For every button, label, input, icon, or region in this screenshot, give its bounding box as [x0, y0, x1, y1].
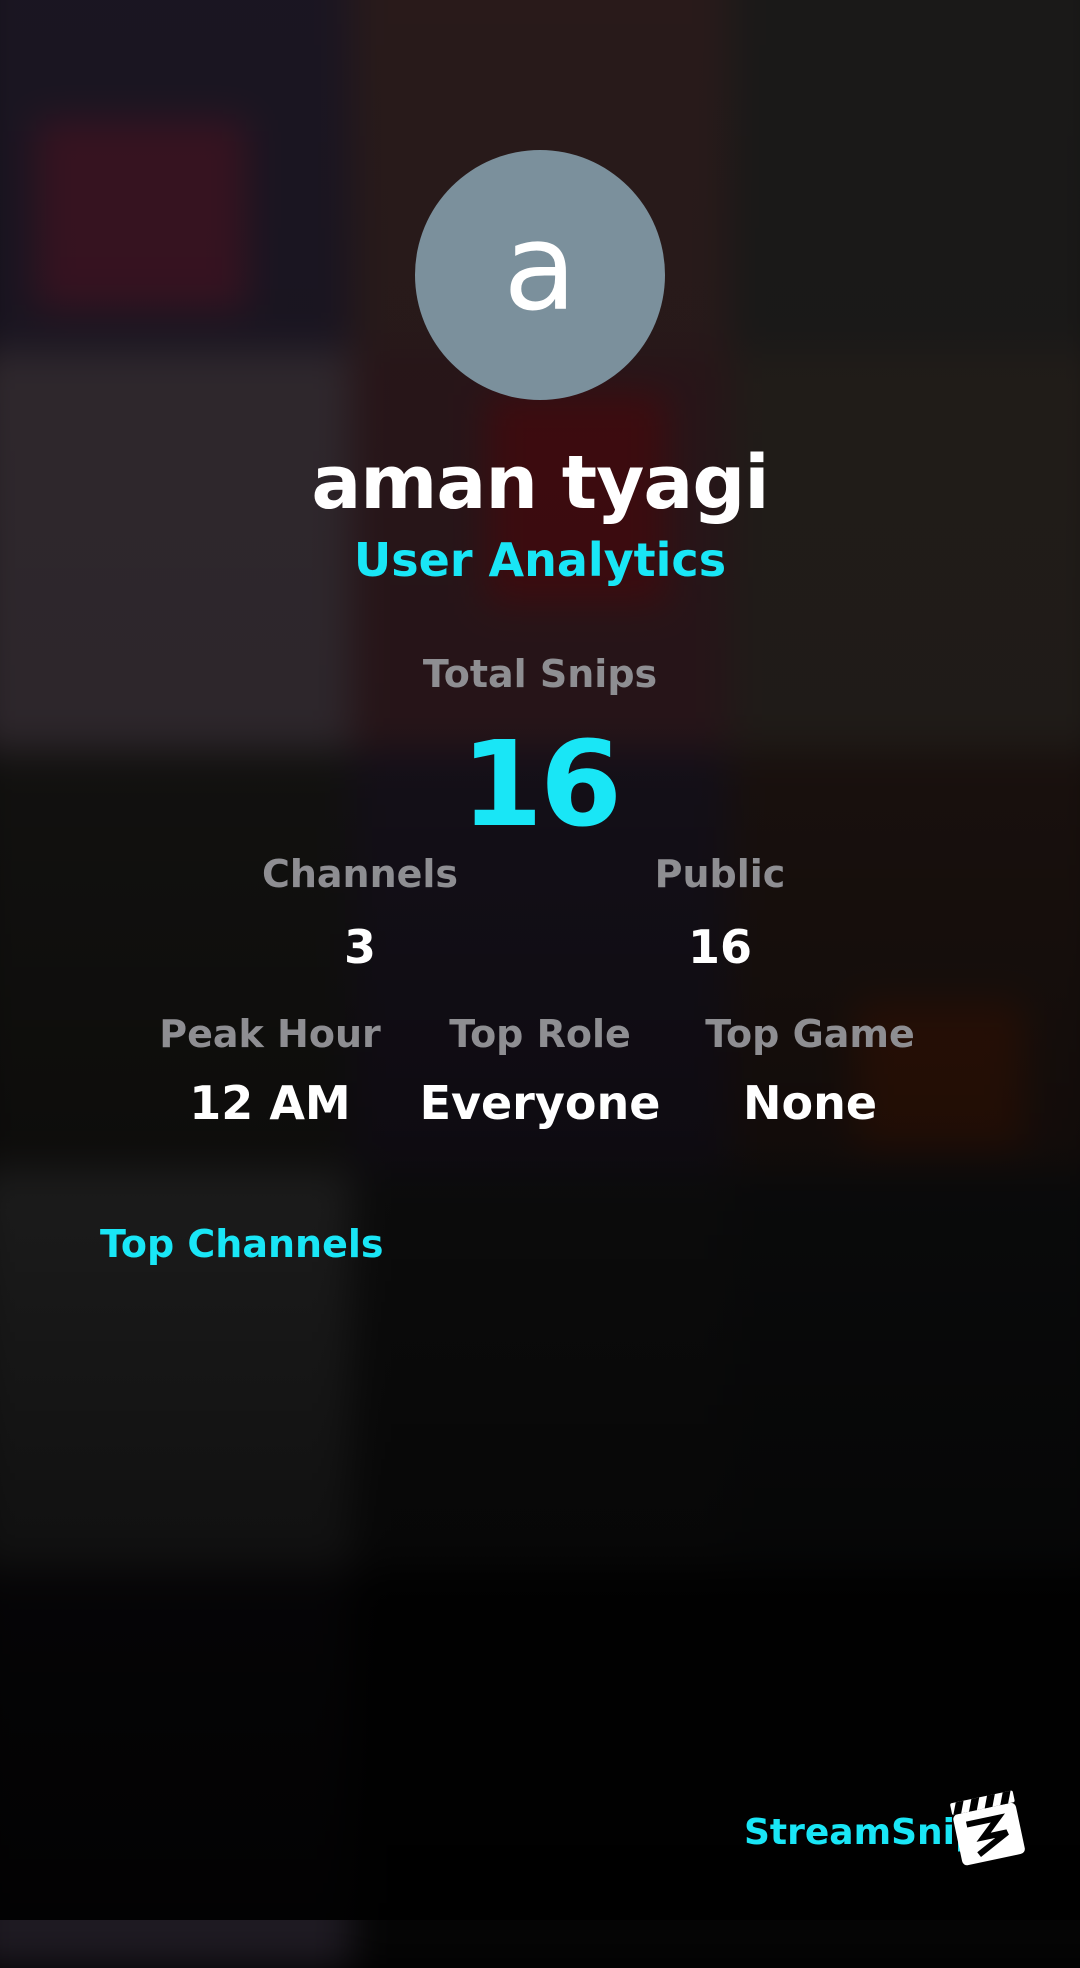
stat-peak-hour: Peak Hour 12 AM — [130, 1012, 410, 1130]
avatar: a — [415, 150, 665, 400]
avatar-letter: a — [503, 199, 577, 338]
stat-top-role: Top Role Everyone — [400, 1012, 680, 1130]
clapperboard-icon — [950, 1790, 1025, 1866]
stat-top-role-value: Everyone — [419, 1076, 661, 1130]
page-subtitle: User Analytics — [353, 533, 727, 587]
stat-top-game-value: None — [742, 1076, 878, 1130]
stat-channels-label: Channels — [261, 852, 459, 896]
username: aman tyagi — [311, 440, 769, 526]
stat-top-game: Top Game None — [670, 1012, 950, 1130]
stat-channels: Channels 3 — [210, 852, 510, 974]
analytics-card: a aman tyagi User Analytics Total Snips … — [0, 0, 1080, 1920]
stat-top-game-label: Top Game — [705, 1012, 915, 1056]
brand-name: StreamSnip — [744, 1812, 981, 1853]
stat-public: Public 16 — [570, 852, 870, 974]
stat-peak-hour-label: Peak Hour — [159, 1012, 381, 1056]
stat-peak-hour-value: 12 AM — [189, 1076, 351, 1130]
stat-public-value: 16 — [687, 920, 752, 974]
total-snips-value: 16 — [460, 715, 622, 853]
stat-top-role-label: Top Role — [449, 1012, 631, 1056]
stat-public-label: Public — [654, 852, 786, 896]
stat-channels-value: 3 — [343, 920, 376, 974]
total-snips-label: Total Snips — [422, 652, 658, 696]
top-channels-heading: Top Channels — [100, 1222, 384, 1266]
